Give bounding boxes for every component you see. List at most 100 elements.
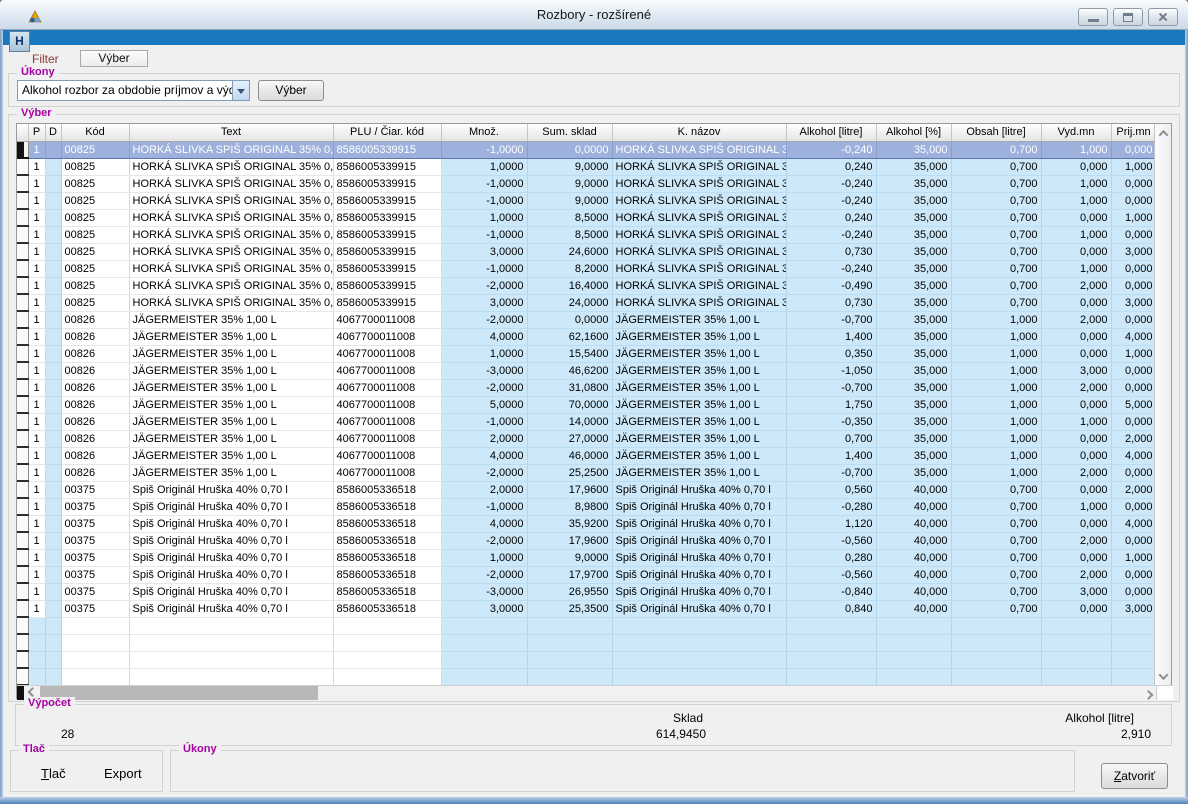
cell[interactable]: 17,9700 [527,566,612,583]
cell[interactable]: 1,750 [786,396,876,413]
cell[interactable]: 70,0000 [527,396,612,413]
cell[interactable] [45,141,61,158]
cell[interactable]: 35,000 [876,209,951,226]
cell[interactable]: -0,240 [786,226,876,243]
cell[interactable]: 9,0000 [527,549,612,566]
cell[interactable]: 0,000 [1041,430,1111,447]
row-selector[interactable] [17,566,28,583]
cell[interactable]: 1,400 [786,328,876,345]
table-row[interactable]: 100826JÄGERMEISTER 35% 1,00 L40677000110… [17,464,1156,481]
cell[interactable]: 1 [28,141,45,158]
cell[interactable]: Spiš Originál Hruška 40% 0,70 l [612,583,786,600]
cell[interactable]: 16,4000 [527,277,612,294]
cell[interactable]: 0,000 [1041,481,1111,498]
row-selector[interactable] [17,277,28,294]
cell[interactable]: 8586005339915 [333,141,441,158]
column-header-d[interactable]: D [45,124,61,141]
cell[interactable]: 0,350 [786,345,876,362]
cell[interactable]: 0,0000 [527,141,612,158]
row-selector[interactable] [17,243,28,260]
cell[interactable]: 8,5000 [527,209,612,226]
cell[interactable]: 1,000 [951,413,1041,430]
cell[interactable]: 00375 [61,583,129,600]
column-header-vyd-mn[interactable]: Vyd.mn [1041,124,1111,141]
cell[interactable]: 14,0000 [527,413,612,430]
cell[interactable]: 0,000 [1111,413,1156,430]
cell[interactable]: 0,700 [786,430,876,447]
cell[interactable]: 35,000 [876,260,951,277]
row-selector[interactable] [17,583,28,600]
cell[interactable]: 00375 [61,532,129,549]
cell[interactable] [45,583,61,600]
cell[interactable]: 9,0000 [527,175,612,192]
cell[interactable]: 0,000 [1111,532,1156,549]
cell[interactable]: 1 [28,447,45,464]
cell[interactable]: 1 [28,311,45,328]
cell[interactable]: -0,240 [786,260,876,277]
cell[interactable]: 8586005339915 [333,209,441,226]
cell[interactable]: 40,000 [876,532,951,549]
cell[interactable]: 8586005336518 [333,532,441,549]
cell[interactable]: 35,000 [876,226,951,243]
cell[interactable]: Spiš Originál Hruška 40% 0,70 l [129,566,333,583]
cell[interactable]: 0,000 [1111,277,1156,294]
cell[interactable]: 46,0000 [527,447,612,464]
cell[interactable]: 00825 [61,209,129,226]
cell[interactable]: 35,000 [876,464,951,481]
cell[interactable]: 4,0000 [441,328,527,345]
cell[interactable]: -0,700 [786,311,876,328]
cell[interactable]: 1,000 [1111,209,1156,226]
cell[interactable]: 2,000 [1041,464,1111,481]
cell[interactable]: 1,0000 [441,345,527,362]
row-selector[interactable] [17,158,28,175]
cell[interactable]: 0,000 [1041,158,1111,175]
cell[interactable] [45,311,61,328]
cell[interactable]: 0,000 [1041,549,1111,566]
horizontal-scroll-thumb[interactable] [40,686,318,700]
cell[interactable]: 0,700 [951,192,1041,209]
column-header-kod[interactable]: Kód [61,124,129,141]
cell[interactable] [45,328,61,345]
column-header-alkohol-pct[interactable]: Alkohol [%] [876,124,951,141]
cell[interactable]: 2,000 [1041,566,1111,583]
table-row[interactable]: 100375Spiš Originál Hruška 40% 0,70 l858… [17,515,1156,532]
cell[interactable]: 35,000 [876,328,951,345]
cell[interactable] [45,294,61,311]
row-selector[interactable] [17,328,28,345]
cell[interactable]: 9,0000 [527,192,612,209]
cell[interactable]: -2,0000 [441,277,527,294]
cell[interactable]: 3,000 [1111,243,1156,260]
cell[interactable]: 3,0000 [441,294,527,311]
cell[interactable]: 1,120 [786,515,876,532]
cell[interactable]: 00375 [61,600,129,617]
cell[interactable]: 0,700 [951,515,1041,532]
export-button[interactable]: Export [104,766,142,781]
cell[interactable]: 00826 [61,413,129,430]
cell[interactable]: 0,000 [1111,379,1156,396]
cell[interactable]: 00825 [61,277,129,294]
cell[interactable]: JÄGERMEISTER 35% 1,00 L [612,311,786,328]
cell[interactable]: 2,0000 [441,430,527,447]
cell[interactable]: 35,000 [876,311,951,328]
cell[interactable]: 2,0000 [441,481,527,498]
cell[interactable]: 1 [28,481,45,498]
cell[interactable]: 35,000 [876,413,951,430]
cell[interactable]: 1 [28,413,45,430]
cell[interactable]: 4067700011008 [333,362,441,379]
cell[interactable]: 0,000 [1111,192,1156,209]
cell[interactable]: 0,000 [1041,243,1111,260]
cell[interactable]: HORKÁ SLIVKA SPIŠ ORIGINAL 35% 0,70 [129,141,333,158]
scroll-up-button[interactable] [1155,125,1171,141]
cell[interactable]: 17,9600 [527,532,612,549]
cell[interactable]: 0,280 [786,549,876,566]
cell[interactable]: 0,560 [786,481,876,498]
cell[interactable] [45,481,61,498]
cell[interactable]: 24,6000 [527,243,612,260]
cell[interactable]: 00826 [61,362,129,379]
cell[interactable]: 8586005336518 [333,515,441,532]
cell[interactable] [45,243,61,260]
cell[interactable]: 0,000 [1111,498,1156,515]
cell[interactable]: 0,000 [1111,362,1156,379]
cell[interactable]: 0,700 [951,481,1041,498]
cell[interactable]: JÄGERMEISTER 35% 1,00 L [129,396,333,413]
